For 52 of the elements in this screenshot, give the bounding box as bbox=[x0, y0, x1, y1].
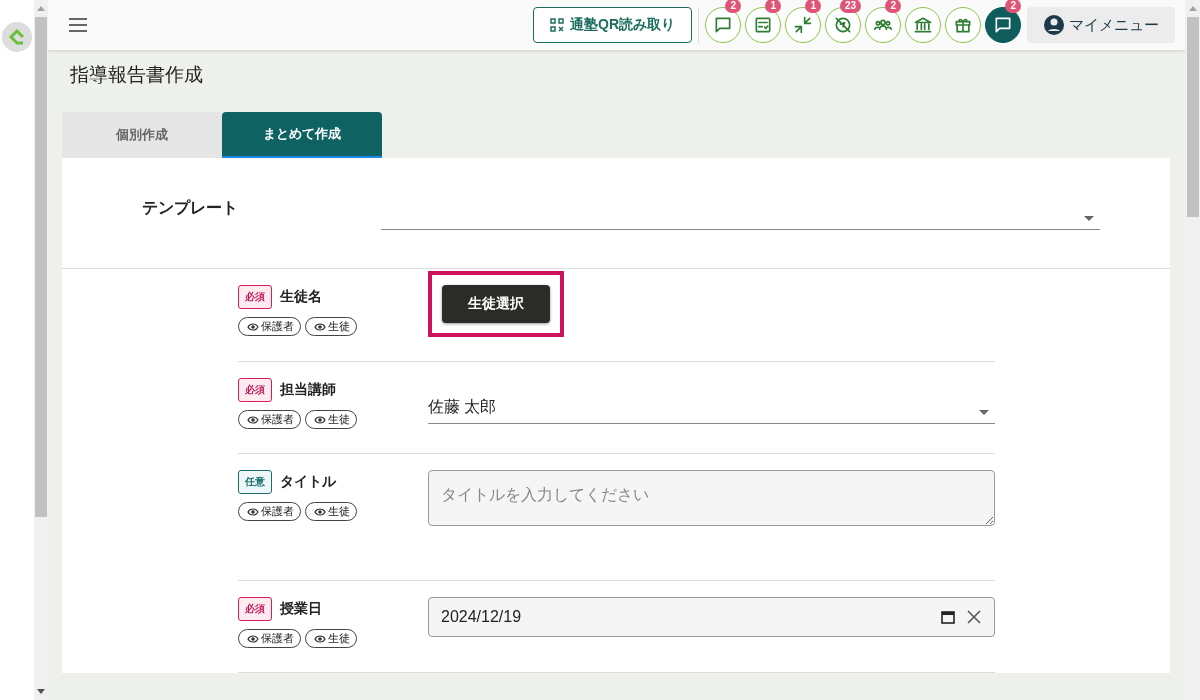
eye-icon bbox=[247, 321, 259, 332]
count-badge: 23 bbox=[839, 0, 861, 13]
field-label: 担当講師 bbox=[280, 381, 336, 399]
field-label: タイトル bbox=[280, 473, 336, 491]
messages-icon bbox=[993, 15, 1013, 35]
eye-icon bbox=[314, 321, 326, 332]
student-select-button[interactable]: 生徒選択 bbox=[442, 285, 550, 323]
account-icon bbox=[1043, 14, 1065, 36]
count-badge: 2 bbox=[725, 0, 741, 13]
eye-icon bbox=[247, 414, 259, 425]
qr-code-icon bbox=[550, 18, 564, 32]
page-title: 指導報告書作成 bbox=[70, 63, 204, 87]
calendar-icon[interactable] bbox=[940, 609, 956, 625]
group-button[interactable] bbox=[865, 7, 901, 43]
qr-scan-button[interactable]: 通塾QR読み取り bbox=[533, 7, 692, 43]
date-input[interactable]: 2024/12/19 bbox=[428, 597, 995, 637]
bank-icon bbox=[913, 15, 933, 35]
menu-icon[interactable] bbox=[68, 17, 88, 33]
required-tag: 必須 bbox=[238, 285, 272, 309]
eye-icon bbox=[314, 633, 326, 644]
field-label: 授業日 bbox=[280, 600, 322, 618]
messages-button[interactable] bbox=[985, 7, 1021, 43]
scrollbar-thumb[interactable] bbox=[35, 17, 47, 517]
arrows-icon bbox=[793, 15, 813, 35]
count-badge: 1 bbox=[765, 0, 781, 13]
required-tag: 必須 bbox=[238, 597, 272, 621]
arrows-button[interactable] bbox=[785, 7, 821, 43]
chat-icon bbox=[713, 15, 733, 35]
eye-icon bbox=[314, 506, 326, 517]
checklist-button[interactable] bbox=[745, 7, 781, 43]
field-label: 生徒名 bbox=[280, 288, 322, 306]
no-location-button[interactable] bbox=[825, 7, 861, 43]
scrollbar-thumb[interactable] bbox=[1186, 17, 1199, 217]
clear-icon[interactable] bbox=[966, 609, 982, 625]
required-tag: 必須 bbox=[238, 378, 272, 402]
eye-icon bbox=[247, 506, 259, 517]
eye-icon bbox=[247, 633, 259, 644]
no-location-icon bbox=[833, 15, 853, 35]
optional-tag: 任意 bbox=[238, 470, 272, 494]
title-input[interactable]: タイトルを入力してください bbox=[428, 470, 995, 526]
tab[interactable]: まとめて作成 bbox=[222, 112, 382, 158]
chat-button[interactable] bbox=[705, 7, 741, 43]
tab[interactable]: 個別作成 bbox=[62, 112, 222, 158]
my-menu-button[interactable]: マイメニュー bbox=[1027, 7, 1175, 43]
template-label: テンプレート bbox=[142, 198, 239, 218]
checklist-icon bbox=[753, 15, 773, 35]
gift-button[interactable] bbox=[945, 7, 981, 43]
eye-icon bbox=[314, 414, 326, 425]
bank-button[interactable] bbox=[905, 7, 941, 43]
count-badge: 1 bbox=[805, 0, 821, 13]
count-badge: 2 bbox=[885, 0, 901, 13]
count-badge: 2 bbox=[1005, 0, 1021, 13]
